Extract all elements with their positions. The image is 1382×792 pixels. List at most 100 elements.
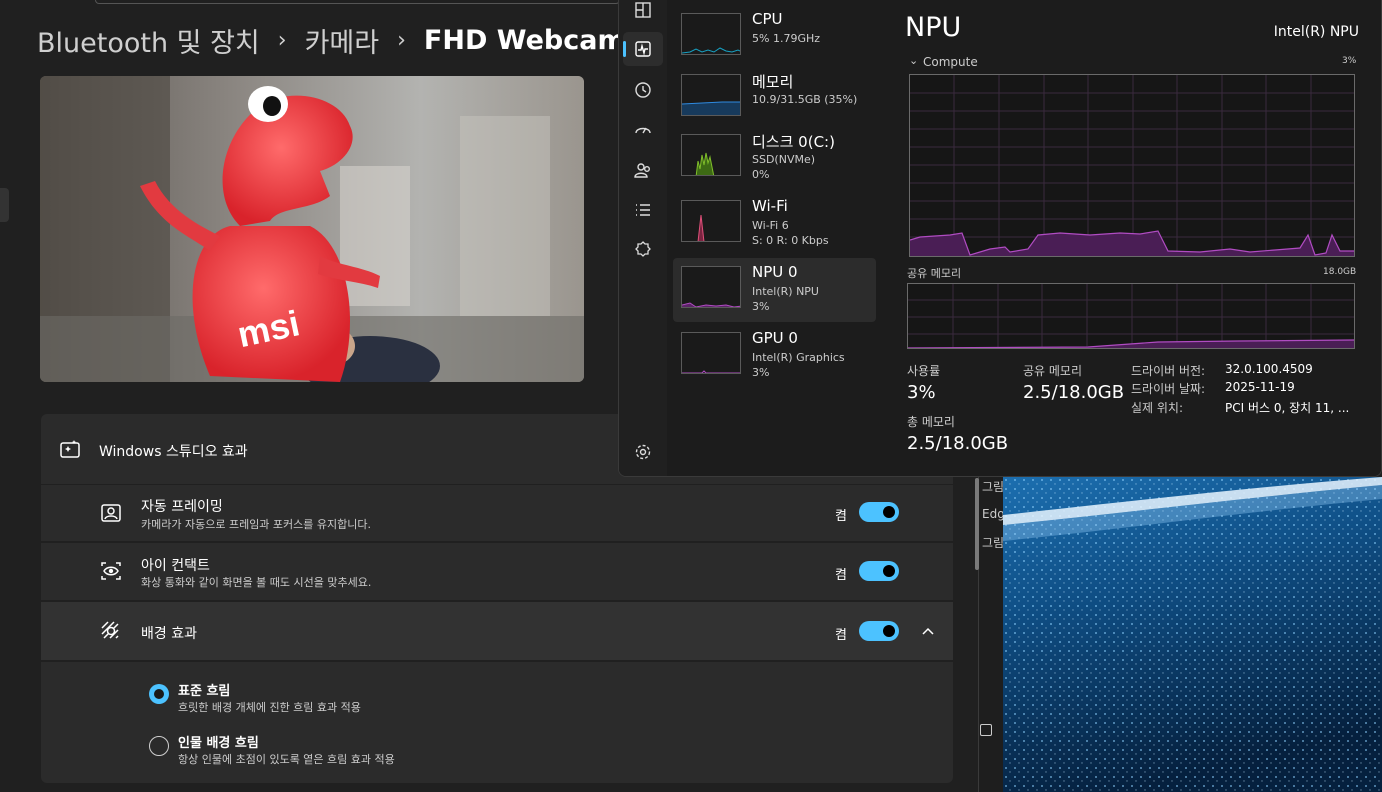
users-icon[interactable] [631, 158, 655, 182]
page-title: FHD Webcam [423, 24, 626, 56]
portrait-blur-radio[interactable] [149, 736, 169, 756]
background-effects-icon [101, 621, 119, 639]
usage-value: 3% [907, 382, 936, 403]
shared-memory-label: 공유 메모리 [1023, 364, 1083, 378]
device-detail: SSD(NVMe) [752, 153, 816, 166]
device-item-cpu[interactable]: CPU 5% 1.79GHz [673, 5, 876, 69]
compute-max: 3% [1342, 56, 1357, 66]
background-effects-row[interactable]: 배경 효과 켬 [41, 602, 953, 660]
shared-memory-max: 18.0GB [1323, 267, 1357, 277]
studio-effects-title: Windows 스튜디오 효과 [99, 444, 248, 460]
performance-icon[interactable] [631, 37, 655, 61]
services-icon[interactable] [631, 238, 655, 262]
device-item-disk[interactable]: 디스크 0(C:) SSD(NVMe) 0% [673, 126, 876, 190]
processes-icon[interactable] [631, 0, 655, 22]
physical-location-label: 실제 위치: [1131, 401, 1184, 415]
search-box-edge [95, 0, 620, 4]
background-window-text: 그림 [982, 536, 1005, 550]
standard-blur-radio[interactable] [149, 684, 169, 704]
scrollbar-thumb[interactable] [975, 478, 979, 570]
auto-framing-toggle[interactable] [859, 502, 899, 522]
nav-active-indicator [623, 41, 626, 57]
shared-memory-value: 2.5/18.0GB [1023, 382, 1125, 403]
camera-preview-image: msi [40, 76, 584, 382]
gpu-thumbnail-graph [681, 332, 741, 374]
device-name: Wi-Fi [752, 197, 788, 215]
detail-model: Intel(R) NPU [1273, 24, 1359, 40]
eye-contact-toggle[interactable] [859, 561, 899, 581]
background-effects-toggle[interactable] [859, 621, 899, 641]
task-manager-nav-rail [619, 0, 667, 476]
device-item-memory[interactable]: 메모리 10.9/31.5GB (35%) [673, 66, 876, 130]
shared-memory-graph-label: 공유 메모리 [907, 267, 962, 280]
usage-label: 사용률 [907, 364, 941, 378]
device-detail: S: 0 R: 0 Kbps [752, 234, 829, 247]
device-name: NPU 0 [752, 263, 798, 281]
device-item-npu[interactable]: NPU 0 Intel(R) NPU 3% [673, 258, 876, 322]
device-item-wifi[interactable]: Wi-Fi Wi-Fi 6 S: 0 R: 0 Kbps [673, 192, 876, 256]
chevron-up-icon[interactable] [921, 624, 935, 638]
device-list: CPU 5% 1.79GHz 메모리 10.9/31.5GB (35%) 디스크… [667, 0, 877, 476]
npu-thumbnail-graph [681, 266, 741, 308]
breadcrumb-bluetooth[interactable]: Bluetooth 및 장치 [37, 21, 260, 60]
startup-apps-icon[interactable] [631, 118, 655, 142]
driver-date-label: 드라이버 날짜: [1131, 382, 1206, 396]
device-item-gpu[interactable]: GPU 0 Intel(R) Graphics 3% [673, 324, 876, 388]
app-history-icon[interactable] [631, 78, 655, 102]
device-detail: 3% [752, 366, 770, 379]
studio-effects-icon [60, 440, 80, 458]
auto-framing-title: 자동 프레이밍 [141, 499, 223, 515]
auto-framing-icon [101, 504, 121, 522]
cpu-thumbnail-graph [681, 13, 741, 55]
device-detail: Intel(R) NPU [752, 285, 819, 298]
memory-thumbnail-graph [681, 74, 741, 116]
camera-preview: msi [40, 76, 584, 382]
device-name: 디스크 0(C:) [752, 133, 835, 151]
device-name: GPU 0 [752, 329, 798, 347]
breadcrumb-camera[interactable]: 카메라 [305, 21, 380, 60]
compute-graph [909, 74, 1355, 257]
physical-location-value: PCI 버스 0, 장치 11, ... [1225, 401, 1350, 415]
breadcrumb: Bluetooth 및 장치 › 카메라 › FHD Webcam [37, 20, 626, 60]
background-effects-options: 표준 흐림 흐릿한 배경 개체에 진한 흐림 효과 적용 인물 배경 흐림 항상… [41, 662, 953, 783]
background-window-strip [978, 477, 1003, 792]
eye-contact-title: 아이 컨택트 [141, 558, 210, 574]
desktop-wallpaper [1003, 477, 1382, 792]
driver-version-label: 드라이버 버전: [1131, 364, 1206, 378]
eye-contact-row: 아이 컨택트 화상 통화와 같이 화면을 볼 때도 시선을 맞추세요. 켬 [41, 543, 953, 600]
detail-title: NPU [905, 12, 962, 43]
auto-framing-subtitle: 카메라가 자동으로 프레임과 포커스를 유지합니다. [141, 518, 372, 531]
background-effects-title: 배경 효과 [141, 626, 197, 642]
compute-chevron-icon[interactable]: ⌄ [909, 54, 918, 67]
shared-memory-graph [907, 283, 1355, 349]
total-memory-value: 2.5/18.0GB [907, 433, 1009, 454]
device-detail: Intel(R) Graphics [752, 351, 845, 364]
driver-date-value: 2025-11-19 [1225, 380, 1295, 394]
compute-label[interactable]: Compute [923, 55, 978, 69]
portrait-blur-subtitle: 항상 인물에 초점이 있도록 옅은 흐림 효과 적용 [178, 753, 395, 766]
window-restore-icon[interactable] [980, 724, 992, 736]
eye-contact-subtitle: 화상 통화와 같이 화면을 볼 때도 시선을 맞추세요. [141, 576, 372, 589]
standard-blur-title: 표준 흐림 [178, 684, 231, 699]
breadcrumb-chevron-icon: › [397, 27, 406, 53]
total-memory-label: 총 메모리 [907, 415, 955, 429]
standard-blur-subtitle: 흐릿한 배경 개체에 진한 흐림 효과 적용 [178, 701, 361, 714]
portrait-blur-title: 인물 배경 흐림 [178, 736, 259, 751]
driver-version-value: 32.0.100.4509 [1225, 362, 1313, 376]
auto-framing-state: 켬 [835, 509, 847, 524]
eye-contact-state: 켬 [835, 568, 847, 583]
nav-selection-indicator [0, 188, 9, 222]
auto-framing-row: 자동 프레이밍 카메라가 자동으로 프레임과 포커스를 유지합니다. 켬 [41, 485, 953, 541]
task-manager-window: CPU 5% 1.79GHz 메모리 10.9/31.5GB (35%) 디스크… [618, 0, 1382, 477]
device-detail: 3% [752, 300, 770, 313]
device-detail: 10.9/31.5GB (35%) [752, 93, 858, 106]
wifi-thumbnail-graph [681, 200, 741, 242]
details-icon[interactable] [631, 198, 655, 222]
breadcrumb-chevron-icon: › [277, 27, 287, 53]
wallpaper-image [1003, 477, 1382, 792]
eye-contact-icon [101, 562, 121, 580]
device-detail: 5% 1.79GHz [752, 32, 821, 45]
device-detail: Wi-Fi 6 [752, 219, 789, 232]
background-effects-state: 켬 [835, 628, 847, 643]
settings-icon[interactable] [631, 440, 655, 464]
